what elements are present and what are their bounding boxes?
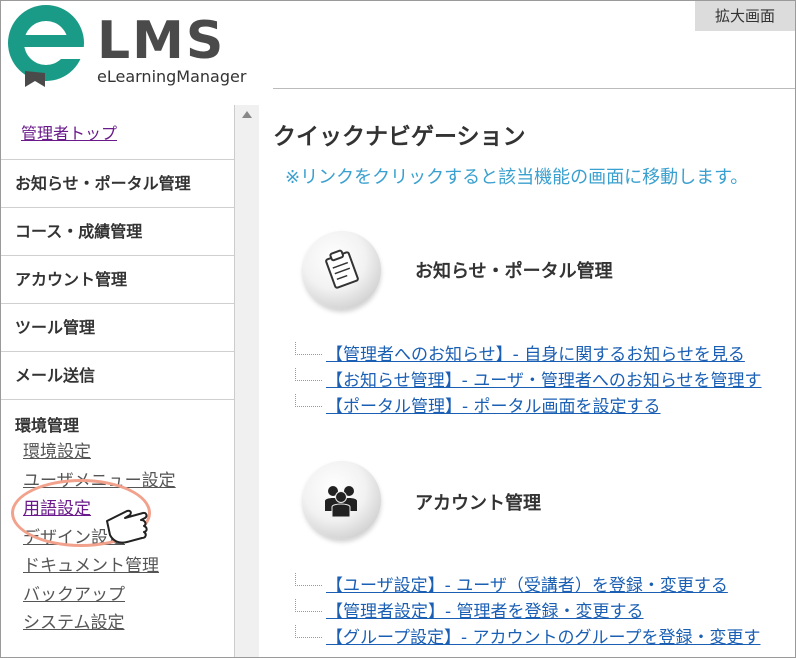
quick-link-row: 【グループ設定】- アカウントのグループを登録・変更す [295,625,761,651]
main-content: クイックナビゲーション ※リンクをクリックすると該当機能の画面に移動します。 お… [259,89,795,657]
scroll-up-arrow-icon[interactable] [242,111,252,118]
app-window: LMS eLearningManager 拡大画面 管理者トップ お知らせ・ポー… [0,0,796,658]
sidebar-item-account[interactable]: アカウント管理 [1,256,234,304]
sidebar-link-system-settings[interactable]: システム設定 [15,609,234,638]
sidebar-scrollbar[interactable] [235,105,259,657]
page-title: クイックナビゲーション [273,124,526,150]
sidebar-item-mail[interactable]: メール送信 [1,352,234,400]
page-note: ※リンクをクリックすると該当機能の画面に移動します。 [285,167,749,188]
quick-link-row: 【ポータル管理】- ポータル画面を設定する [295,394,661,420]
sidebar-item-admin-top[interactable]: 管理者トップ [1,105,234,160]
quick-link-user-settings[interactable]: 【ユーザ設定】- ユーザ（受講者）を登録・変更する [326,576,728,596]
users-icon [325,486,357,518]
quick-link-row: 【管理者へのお知らせ】- 自身に関するお知らせを見る [295,342,745,368]
elms-logo-icon [8,5,86,87]
pointer-hand-icon [106,509,148,544]
logo-subtext: eLearningManager [97,67,247,86]
section-icon-account [303,461,381,539]
quick-link-admin-settings[interactable]: 【管理者設定】- 管理者を登録・変更する [326,602,644,622]
sidebar-link-environment-settings[interactable]: 環境設定 [15,438,234,467]
quick-link-row: 【お知らせ管理】- ユーザ・管理者へのお知らせを管理す [295,368,762,394]
section-title-notice: お知らせ・ポータル管理 [415,261,613,282]
admin-top-link[interactable]: 管理者トップ [21,124,117,143]
sidebar-link-document-management[interactable]: ドキュメント管理 [15,552,234,581]
quick-link-group-settings[interactable]: 【グループ設定】- アカウントのグループを登録・変更す [326,628,761,648]
quick-link-notice-management[interactable]: 【お知らせ管理】- ユーザ・管理者へのお知らせを管理す [326,371,762,391]
sidebar-item-tools[interactable]: ツール管理 [1,304,234,352]
sidebar-link-backup[interactable]: バックアップ [15,581,234,610]
section-title-account: アカウント管理 [415,493,541,514]
zoom-badge: 拡大画面 [695,1,795,31]
sidebar-group-title: 環境管理 [15,416,80,435]
logo-text: LMS [97,11,226,71]
section-icon-notice [303,231,381,309]
sidebar-item-course-grades[interactable]: コース・成績管理 [1,208,234,256]
sidebar: 管理者トップ お知らせ・ポータル管理 コース・成績管理 アカウント管理 ツール管… [1,105,235,657]
quick-link-row: 【管理者設定】- 管理者を登録・変更する [295,599,644,625]
clipboard-icon [325,249,359,289]
sidebar-item-notice-portal[interactable]: お知らせ・ポータル管理 [1,160,234,208]
quick-link-portal-management[interactable]: 【ポータル管理】- ポータル画面を設定する [326,397,661,417]
quick-link-admin-notice[interactable]: 【管理者へのお知らせ】- 自身に関するお知らせを見る [326,345,745,365]
logo: LMS eLearningManager [1,1,273,89]
quick-link-row: 【ユーザ設定】- ユーザ（受講者）を登録・変更する [295,573,728,599]
